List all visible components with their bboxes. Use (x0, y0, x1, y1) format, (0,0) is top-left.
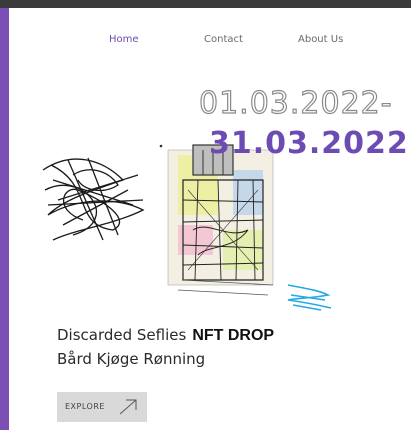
nav-contact[interactable]: Contact (204, 34, 243, 45)
artist-name: Bård Kjøge Rønning (57, 350, 206, 368)
explore-button-label: EXPLORE (65, 402, 105, 411)
event-start-date: 01.03.2022- (198, 85, 393, 121)
black-scribble (42, 157, 145, 241)
arrow-up-right-icon (119, 399, 137, 415)
tower-drawing (167, 144, 274, 296)
explore-button[interactable]: EXPLORE (57, 392, 147, 422)
project-heading: Discarded Seflies NFT DROP (57, 326, 274, 345)
landing-page: Home Contact About Us 01.03.2022- 31.03.… (9, 8, 411, 430)
nft-drop-tag: NFT DROP (192, 327, 275, 344)
project-title: Discarded Seflies (57, 326, 187, 344)
top-frame-bar (0, 0, 411, 8)
left-accent-bar (0, 8, 9, 430)
event-end-date: 31.03.2022 (209, 126, 409, 161)
nav-home[interactable]: Home (109, 34, 139, 45)
blue-scribble (287, 284, 332, 311)
nav-about-us[interactable]: About Us (298, 34, 343, 45)
